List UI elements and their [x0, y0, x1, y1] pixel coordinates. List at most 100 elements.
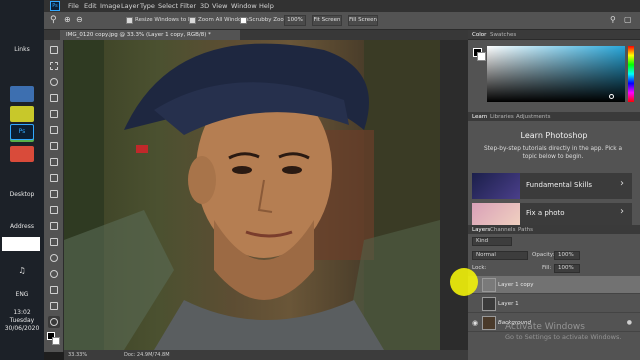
opacity-input[interactable]: 100%: [554, 251, 580, 260]
learn-card-label: Fix a photo: [526, 209, 565, 217]
clone-stamp-tool-icon[interactable]: [48, 188, 60, 200]
tab-adjustments[interactable]: Adjustments: [516, 113, 550, 121]
gradient-tool-icon[interactable]: [48, 236, 60, 248]
taskbar-app-icon[interactable]: [10, 106, 34, 122]
language-indicator[interactable]: ENG: [0, 291, 44, 298]
fill-screen-button[interactable]: Fill Screen: [348, 15, 378, 26]
document-tab[interactable]: IMG_0120 copy.jpg @ 33.3% (Layer 1 copy,…: [60, 30, 240, 40]
clock-date: 30/06/2020: [4, 325, 40, 332]
fit-screen-button[interactable]: Fit Screen: [312, 15, 342, 26]
hand-tool-icon[interactable]: [48, 300, 60, 312]
color-picker-cursor[interactable]: [609, 94, 614, 99]
layer-name[interactable]: Layer 1 copy: [498, 281, 533, 289]
history-brush-tool-icon[interactable]: [48, 204, 60, 216]
desktop-label: Desktop: [9, 191, 35, 198]
doc-info[interactable]: Doc: 24.9M/74.8M: [124, 351, 170, 359]
learn-card-fundamental-skills[interactable]: Fundamental Skills ›: [472, 173, 632, 199]
fill-input[interactable]: 100%: [554, 264, 580, 273]
photoshop-taskbar-icon[interactable]: Ps: [10, 124, 34, 140]
layer-row-layer-1[interactable]: Layer 1: [468, 295, 640, 313]
zoom-out-icon[interactable]: ⊖: [76, 15, 83, 24]
color-panel-tabs: Color Swatches: [468, 30, 640, 40]
address-input[interactable]: [2, 237, 40, 251]
scrubby-zoom-checkbox[interactable]: [240, 17, 247, 24]
links-label: Links: [14, 46, 30, 53]
crop-tool-icon[interactable]: [48, 108, 60, 120]
zoom-in-icon[interactable]: ⊕: [64, 15, 71, 24]
blur-tool-icon[interactable]: [48, 252, 60, 264]
resize-windows-checkbox[interactable]: [126, 17, 133, 24]
taskbar-app-icon[interactable]: [10, 86, 34, 102]
workspace-icon[interactable]: ▢: [624, 15, 632, 24]
brush-tool-icon[interactable]: [48, 172, 60, 184]
healing-brush-tool-icon[interactable]: [48, 156, 60, 168]
tab-color[interactable]: Color: [472, 31, 486, 39]
layers-panel: Kind Normal Opacity: 100% Lock: Fill: 10…: [468, 234, 640, 360]
color-picker-field[interactable]: [487, 46, 625, 102]
layer-row-layer-1-copy[interactable]: Layer 1 copy: [468, 276, 640, 294]
eye-icon[interactable]: ◉: [472, 319, 480, 327]
address-label: Address: [10, 223, 34, 230]
hue-slider[interactable]: [628, 46, 634, 102]
menu-help[interactable]: Help: [259, 1, 274, 11]
frame-tool-icon[interactable]: [48, 124, 60, 136]
tab-libraries[interactable]: Libraries: [490, 113, 514, 121]
menu-layer[interactable]: Layer: [121, 1, 139, 11]
menu-window[interactable]: Window: [231, 1, 257, 11]
menu-3d[interactable]: 3D: [200, 1, 209, 11]
quick-selection-tool-icon[interactable]: [48, 92, 60, 104]
eyedropper-tool-icon[interactable]: [48, 140, 60, 152]
marquee-tool-icon[interactable]: [48, 60, 60, 72]
pen-tool-icon[interactable]: [48, 284, 60, 296]
tab-swatches[interactable]: Swatches: [490, 31, 516, 39]
tab-layers[interactable]: Layers: [472, 226, 490, 234]
menu-file[interactable]: File: [68, 1, 79, 11]
learn-card-thumbnail: [472, 173, 520, 199]
learn-panel: Learn Photoshop Step-by-step tutorials d…: [468, 121, 640, 225]
layer-name[interactable]: Layer 1: [498, 300, 519, 308]
document-image[interactable]: [64, 40, 440, 350]
lock-icon: ●: [626, 319, 632, 326]
menu-select[interactable]: Select: [158, 1, 178, 11]
search-icon[interactable]: ⚲: [610, 15, 616, 24]
tab-channels[interactable]: Channels: [490, 226, 515, 234]
layer-kind-filter[interactable]: Kind: [472, 237, 512, 246]
clock-time[interactable]: 13:02: [0, 309, 44, 316]
blend-mode-select[interactable]: Normal: [472, 251, 528, 260]
zoom-100-button[interactable]: 100%: [284, 15, 306, 26]
vertical-scrollbar[interactable]: [440, 40, 468, 350]
resize-windows-label: Resize Windows to Fit: [135, 17, 195, 23]
eraser-tool-icon[interactable]: [48, 220, 60, 232]
learn-title: Learn Photoshop: [520, 131, 588, 140]
zoom-level[interactable]: 33.33%: [68, 351, 87, 359]
zoom-all-checkbox[interactable]: [189, 17, 196, 24]
move-tool-icon[interactable]: [48, 44, 60, 56]
tab-paths[interactable]: Paths: [518, 226, 533, 234]
clock-day: Tuesday: [9, 317, 35, 324]
document-tab-row: IMG_0120 copy.jpg @ 33.3% (Layer 1 copy,…: [44, 30, 468, 40]
menu-type[interactable]: Type: [140, 1, 155, 11]
menu-filter[interactable]: Filter: [180, 1, 196, 11]
portrait-photo: [64, 40, 440, 350]
color-background-swatch[interactable]: [477, 52, 486, 61]
options-bar: ⚲ ⊕ ⊖ Resize Windows to Fit Zoom All Win…: [44, 12, 640, 30]
zoom-tool-icon[interactable]: ⚲: [50, 15, 57, 25]
dodge-tool-icon[interactable]: [48, 268, 60, 280]
volume-icon[interactable]: ♫: [0, 266, 44, 275]
menu-view[interactable]: View: [212, 1, 227, 11]
menu-bar: Ps File Edit Image Layer Type Select Fil…: [44, 0, 640, 12]
zoom-tool-icon[interactable]: [48, 316, 60, 328]
tab-learn[interactable]: Learn: [472, 113, 487, 121]
layer-thumbnail: [482, 297, 496, 311]
taskbar-app-icon[interactable]: [10, 146, 34, 162]
menu-edit[interactable]: Edit: [84, 1, 97, 11]
layer-thumbnail: [482, 278, 496, 292]
learn-card-label: Fundamental Skills: [526, 181, 592, 189]
background-color-swatch[interactable]: [52, 337, 60, 345]
menu-image[interactable]: Image: [100, 1, 120, 11]
lasso-tool-icon[interactable]: [48, 76, 60, 88]
activate-windows-subtitle: Go to Settings to activate Windows.: [505, 333, 622, 341]
learn-card-fix-a-photo[interactable]: Fix a photo ›: [472, 203, 632, 225]
photoshop-logo-icon: Ps: [50, 1, 60, 11]
visibility-off-icon[interactable]: [472, 300, 480, 308]
